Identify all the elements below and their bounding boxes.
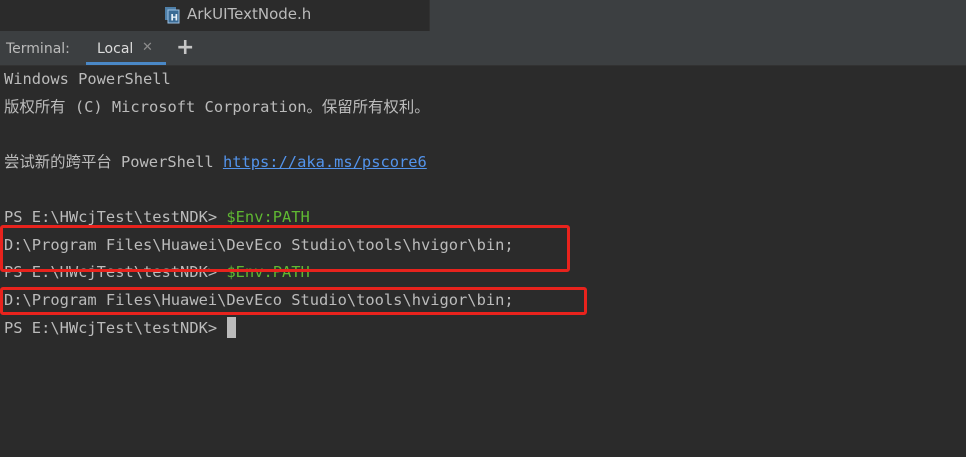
close-icon[interactable]: ✕ xyxy=(142,41,153,55)
terminal-title: Terminal: xyxy=(6,41,70,57)
plus-icon[interactable]: + xyxy=(176,35,194,61)
terminal-header: Terminal: Local ✕ + xyxy=(0,31,966,66)
pscore-link[interactable]: https://aka.ms/pscore6 xyxy=(223,153,427,171)
terminal-line: Windows PowerShell xyxy=(4,70,171,88)
editor-tab-bar: H ArkUITextNode.h xyxy=(0,0,966,31)
prompt-text: PS E:\HWcjTest\testNDK> xyxy=(4,208,227,226)
highlight-box xyxy=(0,225,570,272)
editor-tab-label: ArkUITextNode.h xyxy=(187,5,312,23)
terminal-text: 尝试新的跨平台 PowerShell xyxy=(4,153,223,171)
highlight-box xyxy=(0,287,587,315)
terminal-line: 版权所有 (C) Microsoft Corporation。保留所有权利。 xyxy=(4,98,430,116)
header-file-icon: H xyxy=(165,7,180,24)
terminal-tab-local[interactable]: Local ✕ xyxy=(86,31,166,65)
prompt-text: PS E:\HWcjTest\testNDK> xyxy=(4,319,218,337)
svg-text:H: H xyxy=(171,14,179,24)
terminal-tab-label: Local xyxy=(97,41,134,57)
text-cursor xyxy=(227,317,237,338)
command-text: $Env:PATH xyxy=(226,208,310,226)
terminal-line: PS E:\HWcjTest\testNDK> xyxy=(4,315,237,342)
editor-tab-arkuitextnode[interactable]: H ArkUITextNode.h xyxy=(0,0,430,31)
terminal-line: 尝试新的跨平台 PowerShell https://aka.ms/pscore… xyxy=(4,149,427,176)
